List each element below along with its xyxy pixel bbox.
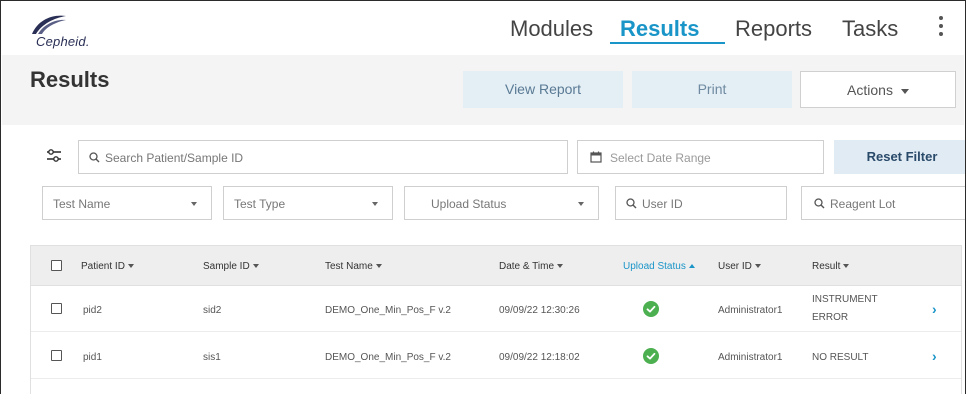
col-user-id[interactable]: User ID [718,261,761,272]
results-table: Patient ID Sample ID Test Name Date & Ti… [30,245,962,394]
chevron-down-icon [191,202,197,206]
reagent-lot-placeholder: Reagent Lot [830,197,896,211]
date-range-placeholder: Select Date Range [610,151,711,165]
cell-date-time: 09/09/22 12:18:02 [499,352,580,363]
chevron-down-icon [372,202,378,206]
page-title: Results [30,67,110,92]
view-report-button[interactable]: View Report [463,71,623,108]
cell-result-line1: NO RESULT [812,352,869,363]
table-row[interactable]: pid2 sid2 DEMO_One_Min_Pos_F v.2 09/09/2… [31,286,961,332]
cell-sample-id: sid2 [203,305,222,316]
sort-asc-icon [688,264,695,269]
table-row[interactable]: pid1 sis1 DEMO_One_Min_Pos_F v.2 09/09/2… [31,333,961,379]
cell-patient-id: pid2 [83,305,102,316]
cell-result-line1: INSTRUMENT [812,294,878,305]
search-input[interactable]: Search Patient/Sample ID [78,140,568,174]
chevron-down-icon [900,88,909,94]
test-name-label: Test Name [53,197,111,211]
chevron-down-icon [578,202,584,206]
calendar-icon [590,151,602,163]
cell-sample-id: sis1 [203,352,221,363]
sort-caret-icon [375,264,382,269]
nav-tasks[interactable]: Tasks [842,16,898,42]
search-icon [89,152,100,163]
cell-user-id: Administrator1 [718,352,783,363]
actions-dropdown-button[interactable]: Actions [800,71,956,108]
upload-status-label: Upload Status [431,197,507,211]
nav-active-underline [610,42,725,44]
more-menu-icon[interactable] [935,14,947,40]
search-icon [626,198,637,209]
nav-results[interactable]: Results [620,16,699,42]
col-patient-id[interactable]: Patient ID [81,261,134,272]
page-toolbar: Results View Report Print Actions [2,55,964,125]
row-checkbox[interactable] [51,350,62,361]
test-type-label: Test Type [234,197,286,211]
nav-modules[interactable]: Modules [510,16,593,42]
sort-caret-icon [252,264,259,269]
cell-test-name: DEMO_One_Min_Pos_F v.2 [325,305,451,316]
user-id-input[interactable]: User ID [615,186,787,220]
logo-swoosh-icon [32,15,66,34]
col-sample-id[interactable]: Sample ID [203,261,259,272]
filter-settings-icon[interactable] [46,149,62,163]
chevron-right-icon[interactable]: › [932,348,937,364]
table-header: Patient ID Sample ID Test Name Date & Ti… [31,246,961,286]
cell-user-id: Administrator1 [718,305,783,316]
col-result[interactable]: Result [812,261,850,272]
date-range-picker[interactable]: Select Date Range [577,140,824,174]
upload-status-select[interactable]: Upload Status [404,186,599,220]
col-test-name[interactable]: Test Name [325,261,382,272]
col-date-time[interactable]: Date & Time [499,261,564,272]
test-name-select[interactable]: Test Name [42,186,212,220]
cell-test-name: DEMO_One_Min_Pos_F v.2 [325,352,451,363]
app-window: Cepheid. Modules Results Reports Tasks R… [0,0,966,394]
cell-date-time: 09/09/22 12:30:26 [499,305,580,316]
sort-caret-icon [127,264,134,269]
chevron-right-icon[interactable]: › [932,301,937,317]
sort-caret-icon [754,264,761,269]
reagent-lot-input[interactable]: Reagent Lot [801,186,965,220]
search-icon [814,198,825,209]
select-all-checkbox[interactable] [51,260,62,271]
cepheid-logo: Cepheid. [28,14,138,52]
col-upload-status[interactable]: Upload Status [623,261,695,272]
reset-filter-button[interactable]: Reset Filter [834,140,965,174]
cell-result-line2: ERROR [812,312,849,323]
actions-label: Actions [847,82,893,98]
test-type-select[interactable]: Test Type [223,186,393,220]
user-id-placeholder: User ID [642,197,683,211]
upload-success-icon [643,348,659,364]
print-button[interactable]: Print [632,71,792,108]
filter-panel: Search Patient/Sample ID Select Date Ran… [30,125,965,229]
logo-text: Cepheid. [36,34,90,49]
search-placeholder: Search Patient/Sample ID [105,151,244,165]
row-checkbox[interactable] [51,303,62,314]
sort-caret-icon [843,264,850,269]
nav-reports[interactable]: Reports [735,16,812,42]
cell-patient-id: pid1 [83,352,102,363]
upload-success-icon [643,301,659,317]
top-header: Cepheid. Modules Results Reports Tasks [2,2,964,54]
sort-caret-icon [557,264,564,269]
